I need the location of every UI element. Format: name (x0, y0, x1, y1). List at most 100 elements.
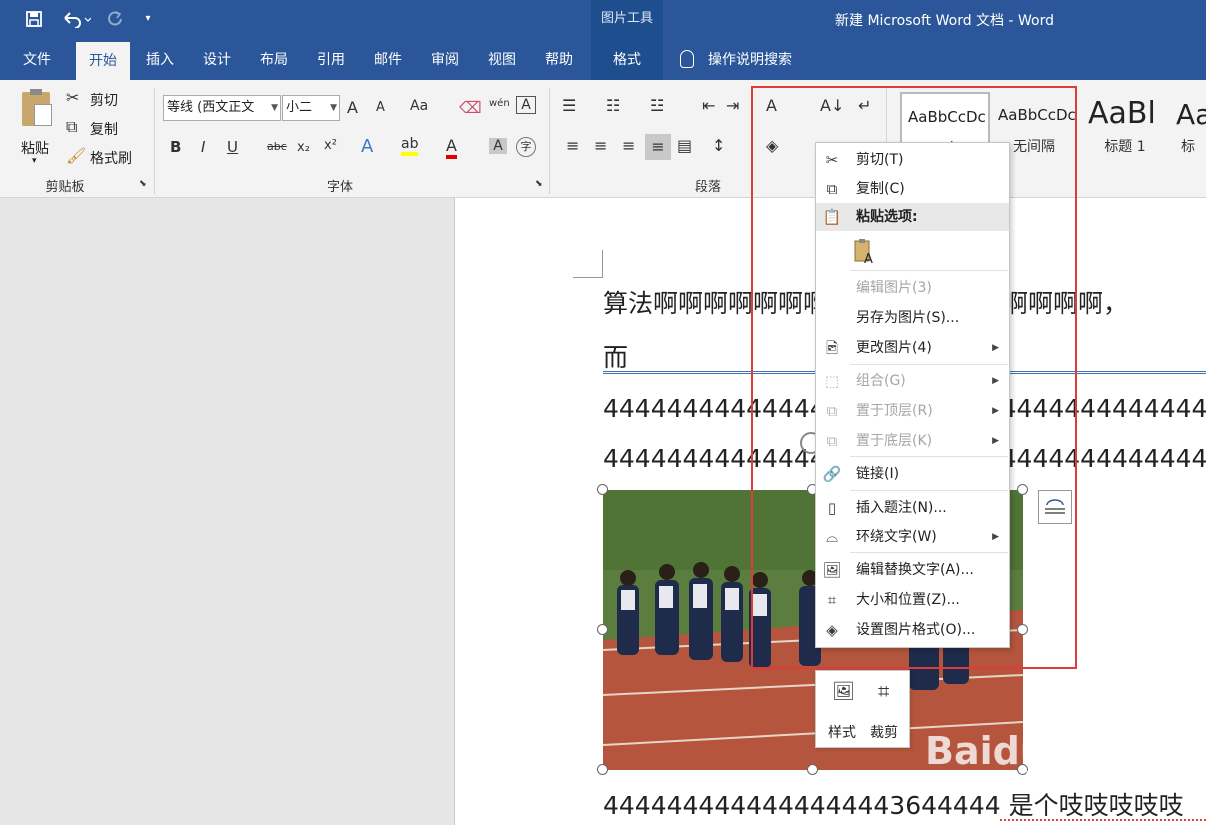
lightbulb-icon (680, 50, 694, 68)
font-color-icon[interactable]: A (446, 136, 457, 159)
numbering-icon[interactable]: ☷ (606, 96, 620, 115)
decrease-indent-icon[interactable]: ⇤ (702, 96, 715, 115)
phonetic-guide-icon[interactable]: wén (489, 98, 510, 109)
highlight-box (751, 86, 1077, 669)
resize-handle-tl[interactable] (597, 484, 608, 495)
superscript-button[interactable]: x² (324, 138, 337, 153)
align-left-icon[interactable]: ≡ (566, 136, 579, 155)
style-heading-2[interactable]: Aa 标 (1170, 92, 1206, 156)
style-label: 样式 (828, 725, 856, 741)
style-name: 标题 1 (1104, 139, 1146, 155)
copy-label: 复制 (90, 122, 118, 138)
font-group-label: 字体 (326, 180, 353, 195)
copy-button[interactable]: ⧉ 复制 (66, 117, 146, 139)
doc-line-5[interactable]: 4444444444444444443644444 是个吱吱吱吱吱 (603, 786, 1184, 822)
tab-file[interactable]: 文件 (14, 38, 60, 80)
clipboard-group-label: 剪贴板 (45, 180, 85, 195)
font-size-value: 小二 (286, 100, 313, 115)
paste-dropdown-icon[interactable]: ▾ (32, 156, 37, 166)
tell-me-search[interactable]: 操作说明搜索 (680, 38, 792, 80)
resize-handle-bl[interactable] (597, 764, 608, 775)
picture-style-icon: 🖼 (832, 681, 855, 702)
format-painter-label: 格式刷 (90, 151, 132, 167)
scissors-icon: ✂ (66, 88, 80, 107)
paste-label: 粘贴 (21, 141, 49, 157)
cut-button[interactable]: ✂ 剪切 (66, 88, 146, 110)
bullets-icon[interactable]: ☰ (562, 96, 576, 115)
line-spacing-icon[interactable]: ↕ (712, 136, 725, 155)
crop-icon: ⌗ (878, 679, 890, 703)
align-right-icon[interactable]: ≡ (622, 136, 635, 155)
font-name-combo[interactable]: 等线 (西文正文 ▼ (163, 95, 281, 121)
style-preview: Aa (1176, 98, 1206, 131)
shrink-font-icon[interactable]: A (376, 100, 385, 115)
brush-icon: 🖌 (66, 146, 87, 165)
italic-button[interactable]: I (201, 138, 205, 156)
chevron-down-icon: ▼ (330, 103, 337, 113)
font-size-combo[interactable]: 小二 ▼ (282, 95, 340, 121)
tab-insert[interactable]: 插入 (138, 38, 182, 80)
distributed-icon[interactable]: ▤ (677, 136, 692, 155)
paragraph-group-label: 段落 (694, 180, 721, 195)
baidu-watermark: Baidu经验 (925, 729, 1123, 773)
justify-icon[interactable]: ≡ (645, 134, 671, 160)
increase-indent-icon[interactable]: ⇥ (726, 96, 739, 115)
redo-icon[interactable] (104, 8, 126, 30)
dialog-launcher-icon[interactable]: ⬊ (139, 179, 147, 189)
tab-references[interactable]: 引用 (309, 38, 353, 80)
spell-squiggle (1000, 818, 1206, 821)
grow-font-icon[interactable]: A (347, 98, 358, 117)
text-effects-icon[interactable]: A (361, 136, 373, 157)
resize-handle-bm[interactable] (807, 764, 818, 775)
strikethrough-button[interactable]: abc (267, 140, 287, 153)
tab-home[interactable]: 开始 (76, 42, 130, 80)
tab-design[interactable]: 设计 (195, 38, 239, 80)
underline-button[interactable]: U (227, 138, 238, 156)
margin-corner-mark (573, 250, 603, 278)
picture-tools-group-label: 图片工具 (591, 0, 663, 38)
tab-layout[interactable]: 布局 (252, 38, 296, 80)
char-shading-icon[interactable]: A (489, 138, 507, 154)
resize-handle-ml[interactable] (597, 624, 608, 635)
tab-format[interactable]: 格式 (591, 38, 663, 80)
undo-icon[interactable] (58, 8, 94, 30)
tab-review[interactable]: 审阅 (423, 38, 467, 80)
copy-icon: ⧉ (66, 117, 78, 136)
separator (154, 88, 155, 194)
clear-format-icon[interactable]: ⌫ (459, 98, 482, 117)
cut-label: 剪切 (90, 93, 118, 109)
align-center-icon[interactable]: ≡ (594, 136, 607, 155)
tab-view[interactable]: 视图 (480, 38, 524, 80)
highlight-color-icon[interactable]: ab (401, 136, 419, 156)
doc-line-2[interactable]: 而 (603, 338, 628, 374)
title-bar: ▾ 图片工具 新建 Microsoft Word 文档 - Word (0, 0, 1206, 38)
enclosed-char-icon[interactable]: 字 (516, 137, 536, 157)
style-heading-1[interactable]: AaBl 标题 1 (1082, 92, 1168, 156)
bold-button[interactable]: B (170, 138, 181, 156)
char-border-icon[interactable]: A (516, 96, 536, 114)
format-painter-button[interactable]: 🖌 格式刷 (66, 146, 146, 168)
tell-me-label: 操作说明搜索 (708, 52, 792, 68)
subscript-button[interactable]: x₂ (297, 140, 310, 155)
font-name-value: 等线 (西文正文 (167, 100, 255, 115)
style-preview: AaBl (1088, 96, 1156, 131)
style-name: 标 (1181, 139, 1195, 155)
clipboard-icon (22, 89, 52, 126)
customize-qat-icon[interactable]: ▾ (140, 8, 156, 30)
ribbon-tabs: 文件 开始 插入 设计 布局 引用 邮件 审阅 视图 帮助 格式 操作说明搜索 (0, 38, 1206, 80)
mini-toolbar: 🖼 样式 ⌗ 裁剪 (815, 670, 910, 748)
style-button[interactable]: 🖼 样式 (824, 677, 864, 743)
separator (549, 88, 550, 194)
crop-label: 裁剪 (870, 725, 898, 741)
tab-help[interactable]: 帮助 (537, 38, 581, 80)
paste-button[interactable]: 粘贴 ▾ (14, 88, 58, 170)
dialog-launcher-icon[interactable]: ⬊ (535, 179, 543, 189)
crop-button[interactable]: ⌗ 裁剪 (868, 677, 908, 743)
save-icon[interactable] (22, 8, 46, 30)
chevron-down-icon: ▼ (271, 103, 278, 113)
change-case-icon[interactable]: Aa (410, 98, 428, 114)
tab-mailings[interactable]: 邮件 (366, 38, 410, 80)
multilevel-list-icon[interactable]: ☳ (650, 96, 664, 115)
document-title: 新建 Microsoft Word 文档 - Word (835, 13, 1054, 29)
baidu-watermark-url: jingyan.baidu.com (930, 768, 1097, 789)
